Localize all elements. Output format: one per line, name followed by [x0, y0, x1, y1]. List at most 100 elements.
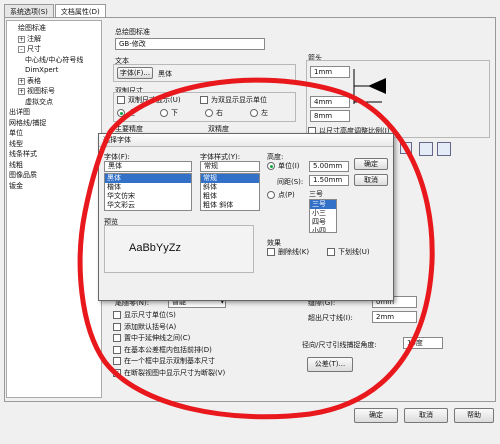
font-list-item[interactable]: 华文仿宋 — [105, 192, 191, 201]
tree-item[interactable]: + 注解 — [9, 34, 99, 45]
font-button[interactable]: 字体(F)... — [117, 67, 153, 79]
checkbox[interactable] — [113, 334, 121, 342]
checkbox[interactable] — [113, 357, 121, 365]
checkbox[interactable] — [267, 248, 275, 256]
cancel-button[interactable]: 取消 — [404, 408, 448, 423]
options-tabs: 系统选项(S) 文档属性(D) — [4, 4, 107, 18]
underline-check[interactable]: 下划线(U) — [327, 246, 370, 259]
expand-icon[interactable]: + — [18, 88, 25, 95]
tree-item[interactable]: + 表格 — [9, 76, 99, 87]
font-list-item[interactable]: 黑体 — [105, 174, 191, 183]
radio[interactable] — [250, 109, 258, 117]
style-list[interactable]: 常规 斜体 粗体 粗体 斜体 — [200, 173, 260, 211]
checkbox[interactable] — [117, 96, 125, 104]
unit-radio[interactable]: 单位(I) — [267, 160, 300, 173]
tree-item[interactable]: 绘图标准 — [9, 23, 99, 34]
tree-item[interactable]: 出详图 — [9, 107, 99, 118]
option-check[interactable]: 显示尺寸单位(S) — [113, 310, 225, 322]
point-radio-label: 点(P) — [278, 191, 295, 199]
radio-top[interactable]: 上 — [117, 107, 135, 120]
snap-angle-field[interactable]: 15度 — [403, 337, 443, 349]
category-tree[interactable]: 绘图标准 + 注解 - 尺寸 中心线/中心符号线 DimXpert + 表格 + 视图标号 虚拟交点出… — [6, 20, 102, 398]
tree-item[interactable]: - 尺寸 — [9, 44, 99, 55]
font-list-item[interactable]: 华文彩云 — [105, 201, 191, 210]
checkbox[interactable] — [113, 345, 121, 354]
expand-icon[interactable]: + — [18, 35, 25, 43]
tree-item[interactable]: 图像品质 — [9, 170, 99, 181]
dual-display-check[interactable]: 双制尺寸显示(U) — [117, 94, 181, 107]
style-list-item[interactable]: 常规 — [201, 174, 259, 183]
spacing-field[interactable]: 1.50mm — [309, 175, 349, 186]
tree-item[interactable]: 网格线/捕捉 — [9, 118, 99, 129]
style-field[interactable]: 常规 — [200, 161, 260, 172]
expand-icon[interactable]: + — [18, 77, 25, 85]
option-check[interactable]: 置中于延伸线之间(C) — [113, 333, 225, 345]
size-field: 三号 — [309, 190, 323, 198]
tree-item[interactable]: 线粗 — [9, 160, 99, 171]
tree-item[interactable]: 线型 — [9, 139, 99, 150]
tree-item[interactable]: 线条样式 — [9, 149, 99, 160]
style-list-item[interactable]: 斜体 — [201, 183, 259, 192]
tab-system-options[interactable]: 系统选项(S) — [4, 4, 54, 18]
tree-item[interactable]: DimXpert — [9, 65, 99, 76]
style-list-item[interactable]: 粗体 — [201, 192, 259, 201]
show-units-label: 为双显示显示单位 — [211, 96, 267, 104]
checkbox[interactable] — [113, 322, 121, 331]
font-dialog: 选择字体 字体(F): 黑体 黑体 楷体 华文仿宋 华文彩云 字体样式(Y): 常规 … — [98, 133, 394, 301]
tree-item-label: 绘图标准 — [18, 24, 46, 32]
unit-field[interactable]: 5.00mm — [309, 161, 349, 172]
checkbox[interactable] — [327, 248, 335, 256]
tree-item[interactable]: 钣金 — [9, 181, 99, 192]
arrow-size-1[interactable]: 1mm — [310, 66, 350, 78]
extend-field[interactable]: 2mm — [372, 311, 417, 323]
standard-field[interactable]: GB-修改 — [115, 38, 265, 50]
radio-bottom[interactable]: 下 — [160, 107, 178, 120]
checkbox[interactable] — [200, 96, 208, 104]
tree-item[interactable]: 中心线/中心符号线 — [9, 55, 99, 66]
arrow-style-outside-icon[interactable] — [400, 142, 412, 154]
help-button[interactable]: 帮助 — [454, 408, 494, 423]
radio[interactable] — [117, 109, 125, 117]
dialog-cancel-button[interactable]: 取消 — [354, 174, 388, 186]
radio-left[interactable]: 左 — [250, 107, 268, 120]
font-field[interactable]: 黑体 — [104, 161, 192, 172]
size-list-item[interactable]: 三号 — [310, 200, 336, 209]
show-units-check[interactable]: 为双显示显示单位 — [200, 94, 267, 107]
dialog-title: 选择字体 — [99, 134, 393, 147]
style-list-item[interactable]: 粗体 斜体 — [201, 201, 259, 210]
tree-item[interactable]: 单位 — [9, 128, 99, 139]
arrow-style-inside-icon[interactable] — [419, 142, 433, 156]
dual-display-label: 双制尺寸显示(U) — [128, 96, 181, 104]
tolerance-button[interactable]: 公差(T)... — [307, 357, 353, 372]
spacing-label: 间距(S): — [277, 178, 304, 186]
font-list-item[interactable]: 楷体 — [105, 183, 191, 192]
arrow-size-3[interactable]: 8mm — [310, 110, 350, 122]
option-check[interactable]: 在基本公差框内包括前排(D) — [113, 345, 225, 357]
size-list[interactable]: 三号 小三 四号 小四 — [309, 199, 337, 233]
tree-item[interactable]: 虚拟交点 — [9, 97, 99, 108]
size-list-item[interactable]: 小三 — [310, 209, 336, 218]
strikeout-check[interactable]: 删除线(K) — [267, 246, 309, 259]
checkbox[interactable] — [113, 311, 121, 319]
radio[interactable] — [267, 162, 275, 170]
radio[interactable] — [267, 191, 275, 199]
arrow-size-2[interactable]: 4mm — [310, 96, 350, 108]
size-list-item[interactable]: 小四 — [310, 227, 336, 232]
ok-button[interactable]: 确定 — [354, 408, 398, 423]
tab-document-properties[interactable]: 文档属性(D) — [54, 4, 106, 18]
option-check[interactable]: ✓ 在断裂视图中显示尺寸为断裂(V) — [113, 368, 225, 380]
option-check[interactable]: 添加默认括号(A) — [113, 322, 225, 334]
point-radio[interactable]: 点(P) — [267, 189, 295, 202]
option-check[interactable]: 在一个框中显示双制基本尺寸 — [113, 356, 225, 368]
arrow-style-smart-icon[interactable] — [437, 142, 451, 156]
tree-item[interactable]: + 视图标号 — [9, 86, 99, 97]
tree-item-label: 中心线/中心符号线 — [25, 55, 84, 64]
collapse-icon[interactable]: - — [18, 46, 25, 53]
checkbox[interactable]: ✓ — [113, 368, 121, 377]
font-list[interactable]: 黑体 楷体 华文仿宋 华文彩云 — [104, 173, 192, 211]
radio[interactable] — [205, 109, 213, 117]
dialog-ok-button[interactable]: 确定 — [354, 158, 388, 170]
radio-right[interactable]: 右 — [205, 107, 223, 120]
size-list-item[interactable]: 四号 — [310, 218, 336, 227]
radio[interactable] — [160, 109, 168, 117]
